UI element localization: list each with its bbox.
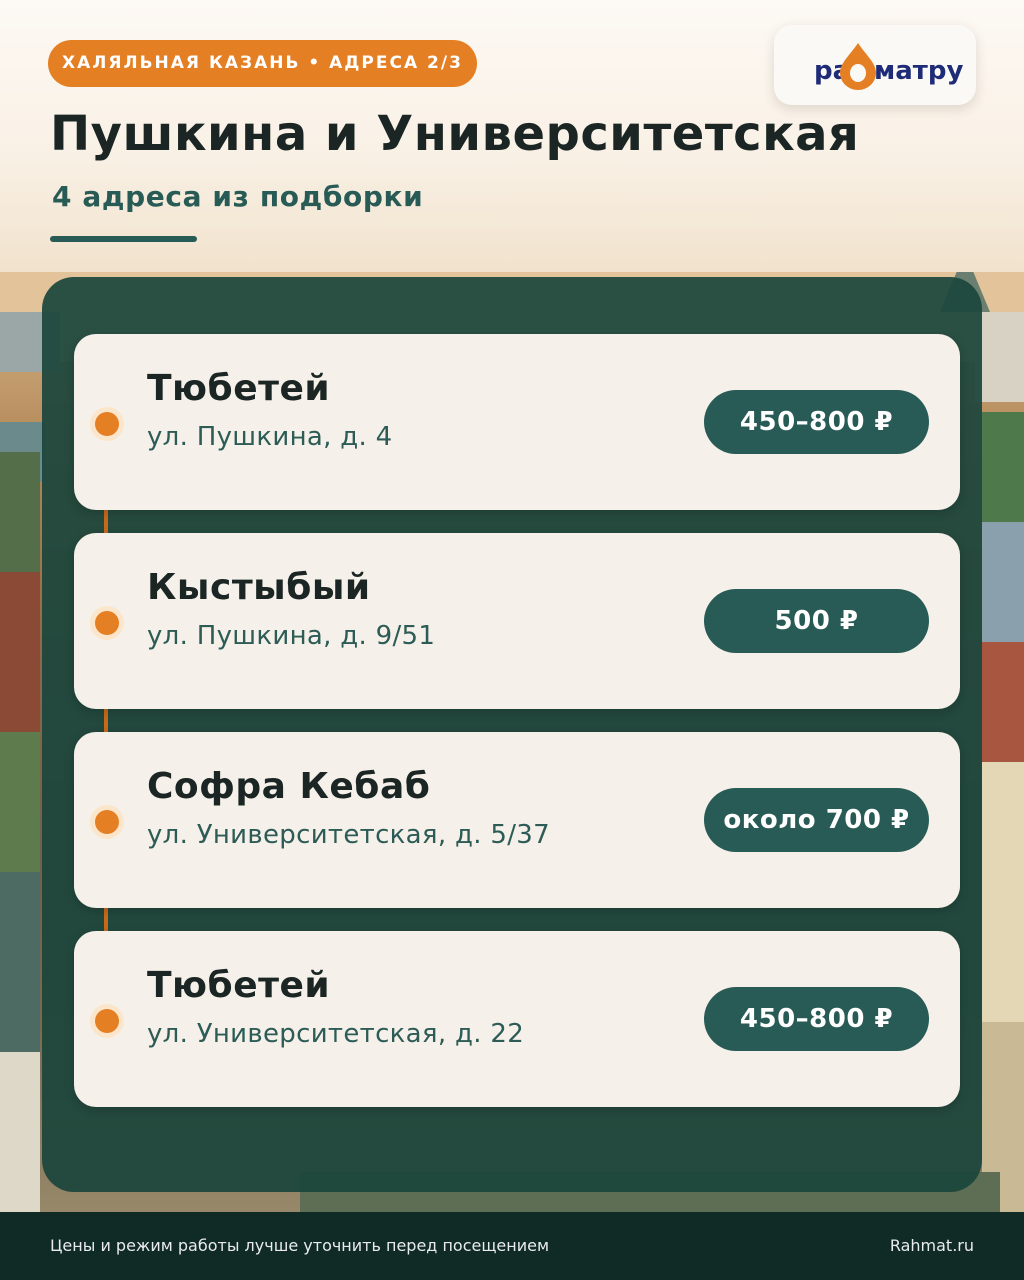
price-badge: 450–800 ₽ [704, 987, 929, 1051]
place-card[interactable]: Кыстыбый ул. Пушкина, д. 9/51 500 ₽ [74, 533, 960, 709]
place-card[interactable]: Тюбетей ул. Пушкина, д. 4 450–800 ₽ [74, 334, 960, 510]
series-badge: ХАЛЯЛЬНАЯ КАЗАНЬ • АДРЕСА 2/3 [48, 40, 477, 87]
timeline-line [104, 420, 108, 1020]
timeline-dot [90, 407, 124, 441]
place-card[interactable]: Софра Кебаб ул. Университетская, д. 5/37… [74, 732, 960, 908]
logo-text-right: матру [874, 56, 964, 86]
page-title: Пушкина и Университетская [50, 106, 860, 162]
footer-site-link[interactable]: Rahmat.ru [890, 1236, 974, 1255]
place-address: ул. Университетская, д. 5/37 [147, 820, 550, 850]
footer: Цены и режим работы лучше уточнить перед… [0, 1212, 1024, 1280]
page-subtitle: 4 адреса из подборки [52, 180, 424, 213]
timeline-dot [90, 1004, 124, 1038]
place-name: Кыстыбый [147, 567, 371, 608]
timeline-dot [90, 805, 124, 839]
place-name: Софра Кебаб [147, 766, 431, 807]
title-underline [50, 236, 197, 242]
price-badge: около 700 ₽ [704, 788, 929, 852]
place-address: ул. Пушкина, д. 4 [147, 422, 393, 452]
place-name: Тюбетей [147, 965, 331, 1006]
timeline-dot [90, 606, 124, 640]
price-badge: 500 ₽ [704, 589, 929, 653]
place-address: ул. Пушкина, д. 9/51 [147, 621, 436, 651]
place-card[interactable]: Тюбетей ул. Университетская, д. 22 450–8… [74, 931, 960, 1107]
brand-logo: ра матру [774, 25, 976, 105]
price-badge: 450–800 ₽ [704, 390, 929, 454]
place-address: ул. Университетская, д. 22 [147, 1019, 525, 1049]
footer-note: Цены и режим работы лучше уточнить перед… [50, 1236, 550, 1255]
header: ХАЛЯЛЬНАЯ КАЗАНЬ • АДРЕСА 2/3 Пушкина и … [0, 0, 1024, 272]
place-name: Тюбетей [147, 368, 331, 409]
